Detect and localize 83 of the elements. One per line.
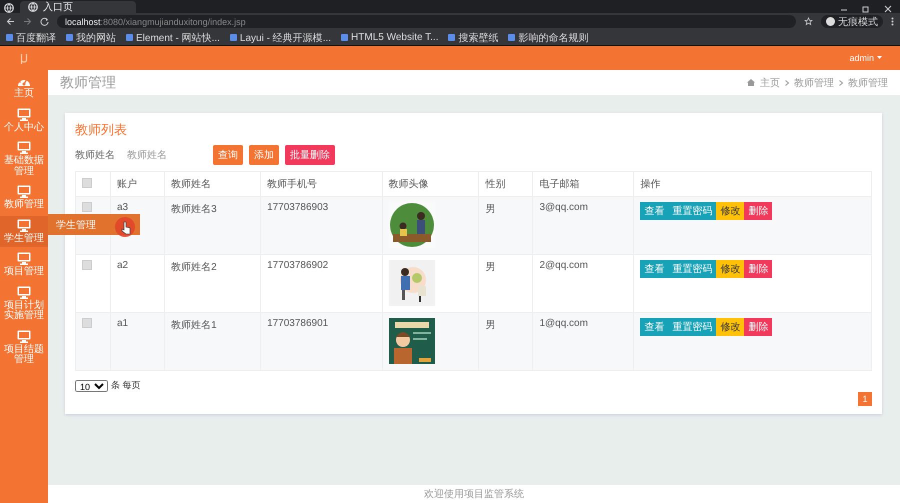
action-button[interactable]: 修改 [716, 202, 744, 220]
globe-icon [4, 3, 14, 13]
sidebar-item[interactable]: 学生管理 [0, 216, 48, 247]
page-size-select[interactable]: 10 [75, 380, 108, 392]
home-icon [747, 79, 755, 86]
action-button[interactable]: 删除 [744, 318, 772, 336]
action-button[interactable]: 批量删除 [285, 145, 335, 165]
back-icon[interactable] [6, 17, 15, 26]
table-cell: 教师姓名1 [164, 312, 261, 370]
forward-icon[interactable] [23, 17, 32, 26]
sidebar-item[interactable]: 项目结题管理 [0, 326, 48, 368]
monitor-icon [17, 141, 31, 154]
restore-icon[interactable] [862, 5, 870, 13]
monitor-icon [17, 330, 31, 342]
action-button[interactable]: 重置密码 [668, 318, 716, 336]
breadcrumb-item: 教师管理 [848, 76, 888, 90]
breadcrumb-item[interactable]: 教师管理 [794, 76, 834, 90]
sidebar-item[interactable]: 基础数据管理 [0, 138, 48, 180]
profile-button[interactable]: 无痕模式 [821, 15, 883, 28]
page-button[interactable]: 1 [858, 392, 872, 406]
monitor-icon [17, 218, 31, 232]
action-button[interactable]: 删除 [744, 260, 772, 278]
sidebar-item[interactable]: 项目管理 [0, 249, 48, 280]
action-button[interactable]: 添加 [249, 145, 279, 165]
bookmark[interactable]: 搜索壁纸 [448, 30, 498, 44]
monitor-icon [17, 286, 31, 298]
caret-icon [877, 56, 882, 60]
avatar-icon [826, 17, 835, 26]
page-title: 教师管理 [60, 74, 116, 92]
sidebar-item[interactable]: 教师管理 [0, 182, 48, 214]
sidebar-item[interactable]: 主页 [0, 72, 48, 102]
checkbox[interactable] [82, 178, 92, 188]
chevron-right-icon [785, 80, 789, 86]
monitor-icon [17, 185, 31, 198]
action-button[interactable]: 查看 [640, 202, 668, 220]
table-cell: 1@qq.com [532, 312, 634, 370]
field-label: 教师姓名 [75, 149, 115, 162]
pointer-cursor-icon [114, 216, 136, 238]
column-header: 电子邮箱 [532, 172, 634, 196]
globe-icon [28, 2, 38, 12]
monitor-icon [17, 252, 31, 265]
checkbox[interactable] [82, 318, 92, 328]
sidebar-item[interactable]: 个人中心 [0, 104, 48, 136]
close-icon[interactable] [884, 5, 892, 13]
star-icon[interactable] [804, 17, 813, 26]
action-button[interactable]: 查看 [640, 318, 668, 336]
sidebar-item[interactable]: 项目计划实施管理 [0, 282, 48, 324]
table-cell: 17703786903 [260, 196, 382, 254]
browser-tab[interactable]: 入口页 [20, 1, 136, 13]
monitor-icon [17, 108, 31, 120]
column-header: 操作 [634, 172, 872, 196]
bookmark[interactable]: 影响的命名规则 [508, 30, 588, 44]
address-bar[interactable]: localhost:8080/xiangmujianduxitong/index.jsp [57, 15, 796, 28]
logo-icon [20, 52, 28, 64]
breadcrumb-item[interactable]: 主页 [760, 76, 780, 90]
page-size-label: 条 每页 [111, 379, 141, 392]
table-cell: 男 [478, 312, 533, 370]
table-cell: a1 [110, 312, 165, 370]
bookmark[interactable]: HTML5 Website T... [341, 32, 438, 43]
bookmark[interactable]: 我的网站 [66, 30, 116, 44]
checkbox[interactable] [82, 202, 92, 212]
chevron-right-icon [839, 80, 843, 86]
action-button[interactable]: 删除 [744, 202, 772, 220]
action-button[interactable]: 查看 [640, 260, 668, 278]
menu-icon[interactable] [891, 17, 894, 26]
bookmark[interactable]: Layui - 经典开源模... [230, 30, 332, 44]
bookmark[interactable]: Element - 网站快... [126, 30, 220, 44]
action-button[interactable]: 修改 [716, 318, 744, 336]
footer-text: 欢迎使用项目监管系统 [424, 488, 524, 501]
table-cell: 3@qq.com [532, 196, 634, 254]
card-title: 教师列表 [75, 121, 128, 139]
table-cell: 男 [478, 196, 533, 254]
action-button[interactable]: 重置密码 [668, 260, 716, 278]
table-cell: 17703786901 [260, 312, 382, 370]
bookmark[interactable]: 百度翻译 [6, 30, 56, 44]
table-cell: 教师姓名3 [164, 196, 261, 254]
checkbox[interactable] [82, 260, 92, 270]
column-header: 教师手机号 [260, 172, 382, 196]
action-button[interactable]: 修改 [716, 260, 744, 278]
action-button[interactable]: 重置密码 [668, 202, 716, 220]
reload-icon[interactable] [40, 17, 49, 26]
action-button[interactable]: 查询 [213, 145, 243, 165]
user-menu[interactable]: admin [849, 53, 882, 63]
